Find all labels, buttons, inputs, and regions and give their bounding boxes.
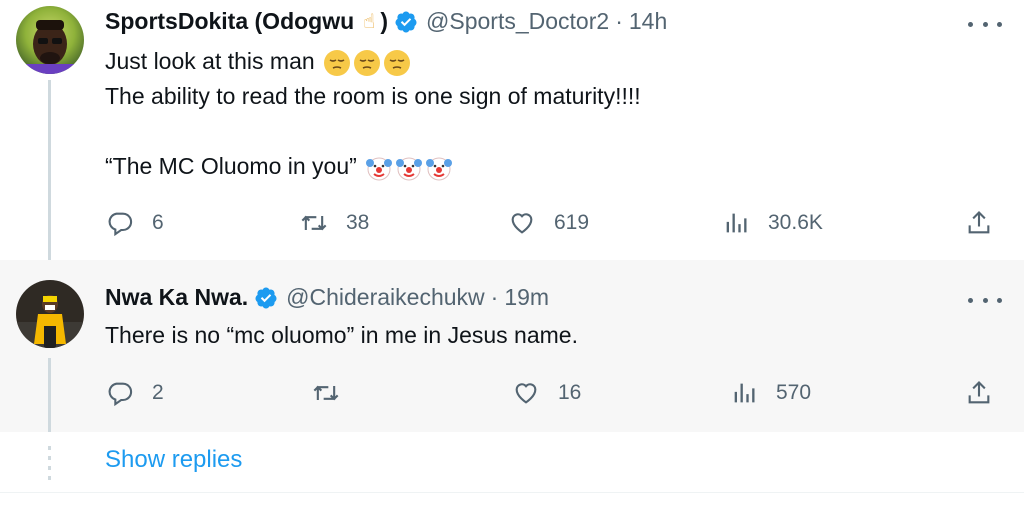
retweet-button[interactable]: 38 [300, 203, 369, 243]
display-name[interactable]: Nwa Ka Nwa. [105, 284, 248, 311]
tweet-text: There is no “mc oluomo” in me in Jesus n… [105, 318, 578, 353]
share-icon [968, 211, 990, 234]
more-icon[interactable] [968, 288, 1002, 312]
display-name-close: ) [380, 8, 389, 34]
user-handle[interactable]: @Sports_Doctor2 [426, 8, 609, 35]
like-icon [511, 213, 533, 234]
retweet-count: 38 [346, 211, 370, 234]
verified-badge-icon[interactable] [394, 10, 418, 34]
show-replies-link[interactable]: Show replies [105, 446, 242, 474]
tweet-actions: 2 16 570 [0, 373, 1024, 413]
more-icon[interactable] [968, 12, 1002, 36]
tweet-text: Just look at this man The ability to rea… [105, 44, 641, 184]
pensive-face-emoji [324, 49, 351, 76]
divider [0, 492, 1024, 493]
tweet-original[interactable]: SportsDokita (Odogwu ☝ ) @Sports_Doctor2… [0, 0, 1024, 260]
user-handle[interactable]: @Chideraikechukw [286, 284, 485, 311]
views-icon [734, 383, 755, 403]
pointing-up-emoji: ☝ [363, 11, 376, 33]
reply-count: 2 [152, 381, 164, 404]
view-count: 30.6K [768, 211, 823, 234]
tweet-text-line-1: There is no “mc oluomo” in me in Jesus n… [105, 322, 578, 348]
pensive-face-emoji [384, 49, 411, 76]
tweet-reply[interactable]: Nwa Ka Nwa. @Chideraikechukw · 19m There… [0, 260, 1024, 432]
tweet-text-line-2: The ability to read the room is one sign… [105, 83, 641, 109]
show-replies-row[interactable]: Show replies [0, 432, 1024, 492]
timestamp[interactable]: 19m [504, 284, 549, 311]
retweet-button[interactable] [312, 373, 340, 413]
thread-dots [48, 446, 51, 480]
like-button[interactable]: 619 [508, 203, 589, 243]
views-icon [726, 213, 747, 233]
view-count: 570 [776, 381, 812, 404]
tweet-text-line-3: “The MC Oluomo in you” [105, 153, 357, 179]
reply-button[interactable]: 2 [106, 373, 164, 413]
avatar-sportsdokita[interactable] [16, 6, 84, 74]
tweet-actions: 6 38 619 30.6K [0, 203, 1024, 243]
like-icon [515, 383, 537, 404]
like-count: 619 [554, 211, 590, 234]
avatar-nwakanwa[interactable] [16, 280, 84, 348]
separator: · [490, 284, 499, 310]
reply-count: 6 [152, 211, 164, 234]
share-button[interactable] [965, 373, 993, 413]
views-button[interactable]: 570 [730, 373, 811, 413]
tweet-text-line-1: Just look at this man [105, 48, 315, 74]
retweet-icon [313, 385, 339, 401]
clown-face-emoji [366, 157, 393, 181]
tweet-header: Nwa Ka Nwa. @Chideraikechukw · 19m [105, 284, 549, 311]
tweet-header: SportsDokita (Odogwu ☝ ) @Sports_Doctor2… [105, 8, 667, 35]
reply-button[interactable]: 6 [106, 203, 164, 243]
like-count: 16 [558, 381, 582, 404]
display-name[interactable]: SportsDokita (Odogwu [105, 8, 354, 35]
like-button[interactable]: 16 [512, 373, 581, 413]
pensive-face-emoji [354, 49, 381, 76]
views-button[interactable]: 30.6K [722, 203, 823, 243]
retweet-icon [301, 215, 327, 231]
reply-icon [108, 382, 133, 407]
share-button[interactable] [965, 203, 993, 243]
share-icon [968, 381, 990, 404]
verified-badge-icon[interactable] [254, 286, 278, 310]
timestamp[interactable]: 14h [629, 8, 667, 35]
clown-face-emoji [396, 157, 423, 181]
reply-icon [108, 212, 133, 237]
clown-face-emoji [426, 157, 453, 181]
separator: · [615, 8, 623, 34]
